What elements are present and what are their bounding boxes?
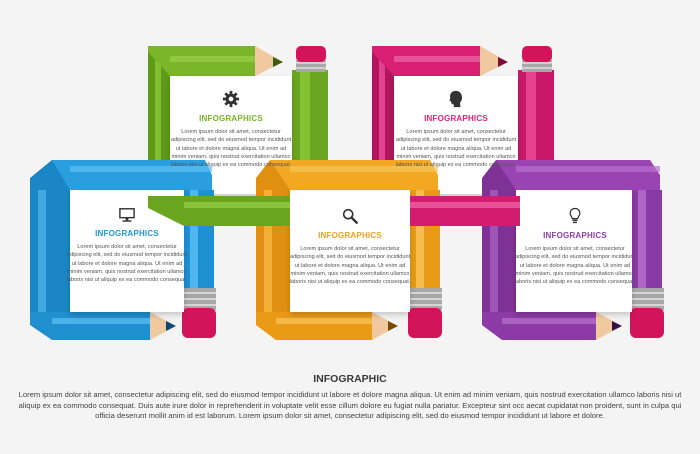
card-text: Lorem ipsum dolor sit amet, consectetur … bbox=[514, 246, 636, 286]
person-head-icon bbox=[449, 90, 463, 108]
card-purple: INFOGRAPHICS Lorem ipsum dolor sit amet,… bbox=[500, 207, 650, 286]
card-title: INFOGRAPHICS bbox=[95, 229, 159, 238]
card-title: INFOGRAPHICS bbox=[199, 114, 263, 123]
monitor-icon bbox=[119, 208, 135, 222]
magnifier-icon bbox=[342, 208, 358, 224]
card-title: INFOGRAPHICS bbox=[318, 231, 382, 240]
footer-title: INFOGRAPHIC bbox=[313, 373, 387, 385]
footer-body: Lorem ipsum dolor sit amet, consectetur … bbox=[18, 390, 682, 421]
card-green: INFOGRAPHICS Lorem ipsum dolor sit amet,… bbox=[156, 90, 306, 169]
card-orange: INFOGRAPHICS Lorem ipsum dolor sit amet,… bbox=[275, 207, 425, 286]
pencil-infographic-artwork bbox=[30, 46, 664, 340]
card-blue: INFOGRAPHICS Lorem ipsum dolor sit amet,… bbox=[52, 207, 202, 284]
card-pink: INFOGRAPHICS Lorem ipsum dolor sit amet,… bbox=[381, 90, 531, 169]
card-text: Lorem ipsum dolor sit amet, consectetur … bbox=[170, 129, 292, 169]
gear-icon bbox=[222, 90, 240, 108]
card-text: Lorem ipsum dolor sit amet, consectetur … bbox=[395, 129, 517, 169]
lightbulb-icon bbox=[569, 207, 581, 224]
card-text: Lorem ipsum dolor sit amet, consectetur … bbox=[66, 244, 188, 284]
card-title: INFOGRAPHICS bbox=[543, 231, 607, 240]
card-text: Lorem ipsum dolor sit amet, consectetur … bbox=[289, 246, 411, 286]
card-title: INFOGRAPHICS bbox=[424, 114, 488, 123]
